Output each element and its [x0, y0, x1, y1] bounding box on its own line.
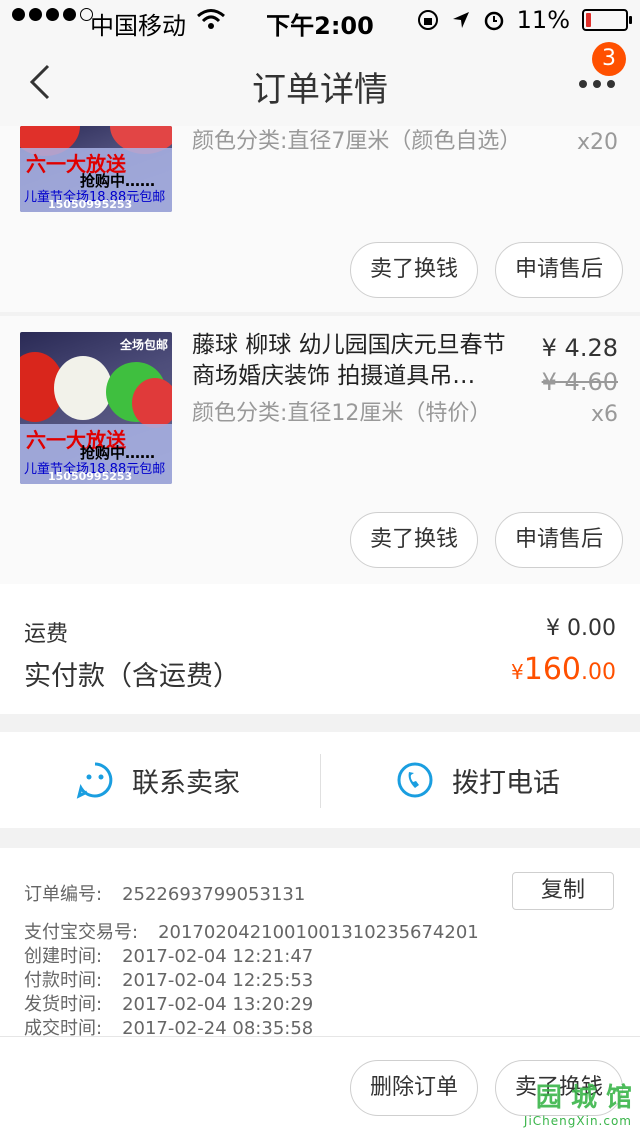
shipped-time-row: 发货时间: 2017-02-04 13:20:29 [24, 994, 314, 1015]
battery-icon [582, 9, 632, 31]
resell-button[interactable]: 卖了换钱 [350, 512, 478, 568]
contact-bar: 联系卖家 拨打电话 [0, 732, 640, 828]
item-quantity: x6 [590, 402, 618, 427]
divider [320, 754, 321, 808]
location-icon [452, 12, 469, 28]
shipping-label: 运费 [24, 622, 69, 647]
contact-seller-label: 联系卖家 [132, 767, 240, 799]
product-thumbnail[interactable]: 全场包邮 六一大放送 抢购中…… 儿童节全场18.88元包邮 150509952… [20, 332, 172, 484]
product-thumbnail[interactable]: 六一大放送 抢购中…… 儿童节全场18.88元包邮 15050995253 [20, 126, 172, 212]
order-item-card[interactable]: 全场包邮 六一大放送 抢购中…… 儿童节全场18.88元包邮 150509952… [0, 316, 640, 584]
contact-seller-button[interactable]: 联系卖家 [76, 732, 240, 828]
total-label: 实付款（含运费） [24, 661, 240, 692]
promo-banner-phone: 15050995253 [48, 198, 133, 211]
item-sku: 颜色分类:直径7厘米（颜色自选） [192, 129, 522, 154]
created-time-row: 创建时间: 2017-02-04 12:21:47 [24, 946, 314, 967]
battery-percent: 11% [516, 6, 570, 34]
order-item-card[interactable]: 六一大放送 抢购中…… 儿童节全场18.88元包邮 15050995253 颜色… [0, 126, 640, 312]
nav-bar: 订单详情 3 [0, 40, 640, 126]
item-title[interactable]: 藤球 柳球 幼儿园国庆元旦春节商场婚庆装饰 拍摄道具吊… [192, 330, 522, 392]
after-sales-button[interactable]: 申请售后 [495, 242, 623, 298]
resell-button[interactable]: 卖了换钱 [350, 242, 478, 298]
notification-badge: 3 [592, 42, 626, 76]
divider [0, 1036, 640, 1037]
item-sku: 颜色分类:直径12厘米（特价） [192, 401, 492, 426]
paid-time-row: 付款时间: 2017-02-04 12:25:53 [24, 970, 314, 991]
copy-button[interactable]: 复制 [512, 872, 614, 910]
order-number-row: 订单编号: 2522693799053131 [24, 884, 306, 905]
shipping-value: ¥ 0.00 [546, 616, 616, 641]
rotation-lock-icon [417, 10, 438, 30]
delete-order-button[interactable]: 删除订单 [350, 1060, 478, 1116]
status-bar: 中国移动 下午2:00 11% [0, 0, 640, 40]
page-title: 订单详情 [252, 70, 388, 110]
item-original-price: ¥ 4.60 [541, 368, 618, 396]
alipay-row: 支付宝交易号: 2017020421001001310235674201 [24, 922, 479, 943]
promo-banner-phone: 15050995253 [48, 470, 133, 483]
order-info-panel: 订单编号: 2522693799053131 复制 支付宝交易号: 20170204… [0, 848, 640, 1136]
price-summary: 运费 ¥ 0.00 实付款（含运费） ¥160.00 [0, 584, 640, 714]
phone-icon [397, 762, 433, 798]
total-value: ¥160.00 [511, 652, 616, 687]
item-price: ¥ 4.28 [541, 334, 618, 362]
free-shipping-tag: 全场包邮 [119, 338, 168, 352]
call-phone-button[interactable]: 拨打电话 [396, 732, 560, 828]
chat-face-icon [76, 762, 113, 799]
after-sales-button[interactable]: 申请售后 [495, 512, 623, 568]
site-watermark: 园 城 馆 JiChengXin.com [523, 1083, 632, 1128]
alarm-icon [484, 11, 503, 31]
item-quantity: x20 [576, 130, 618, 155]
call-phone-label: 拨打电话 [452, 767, 560, 799]
